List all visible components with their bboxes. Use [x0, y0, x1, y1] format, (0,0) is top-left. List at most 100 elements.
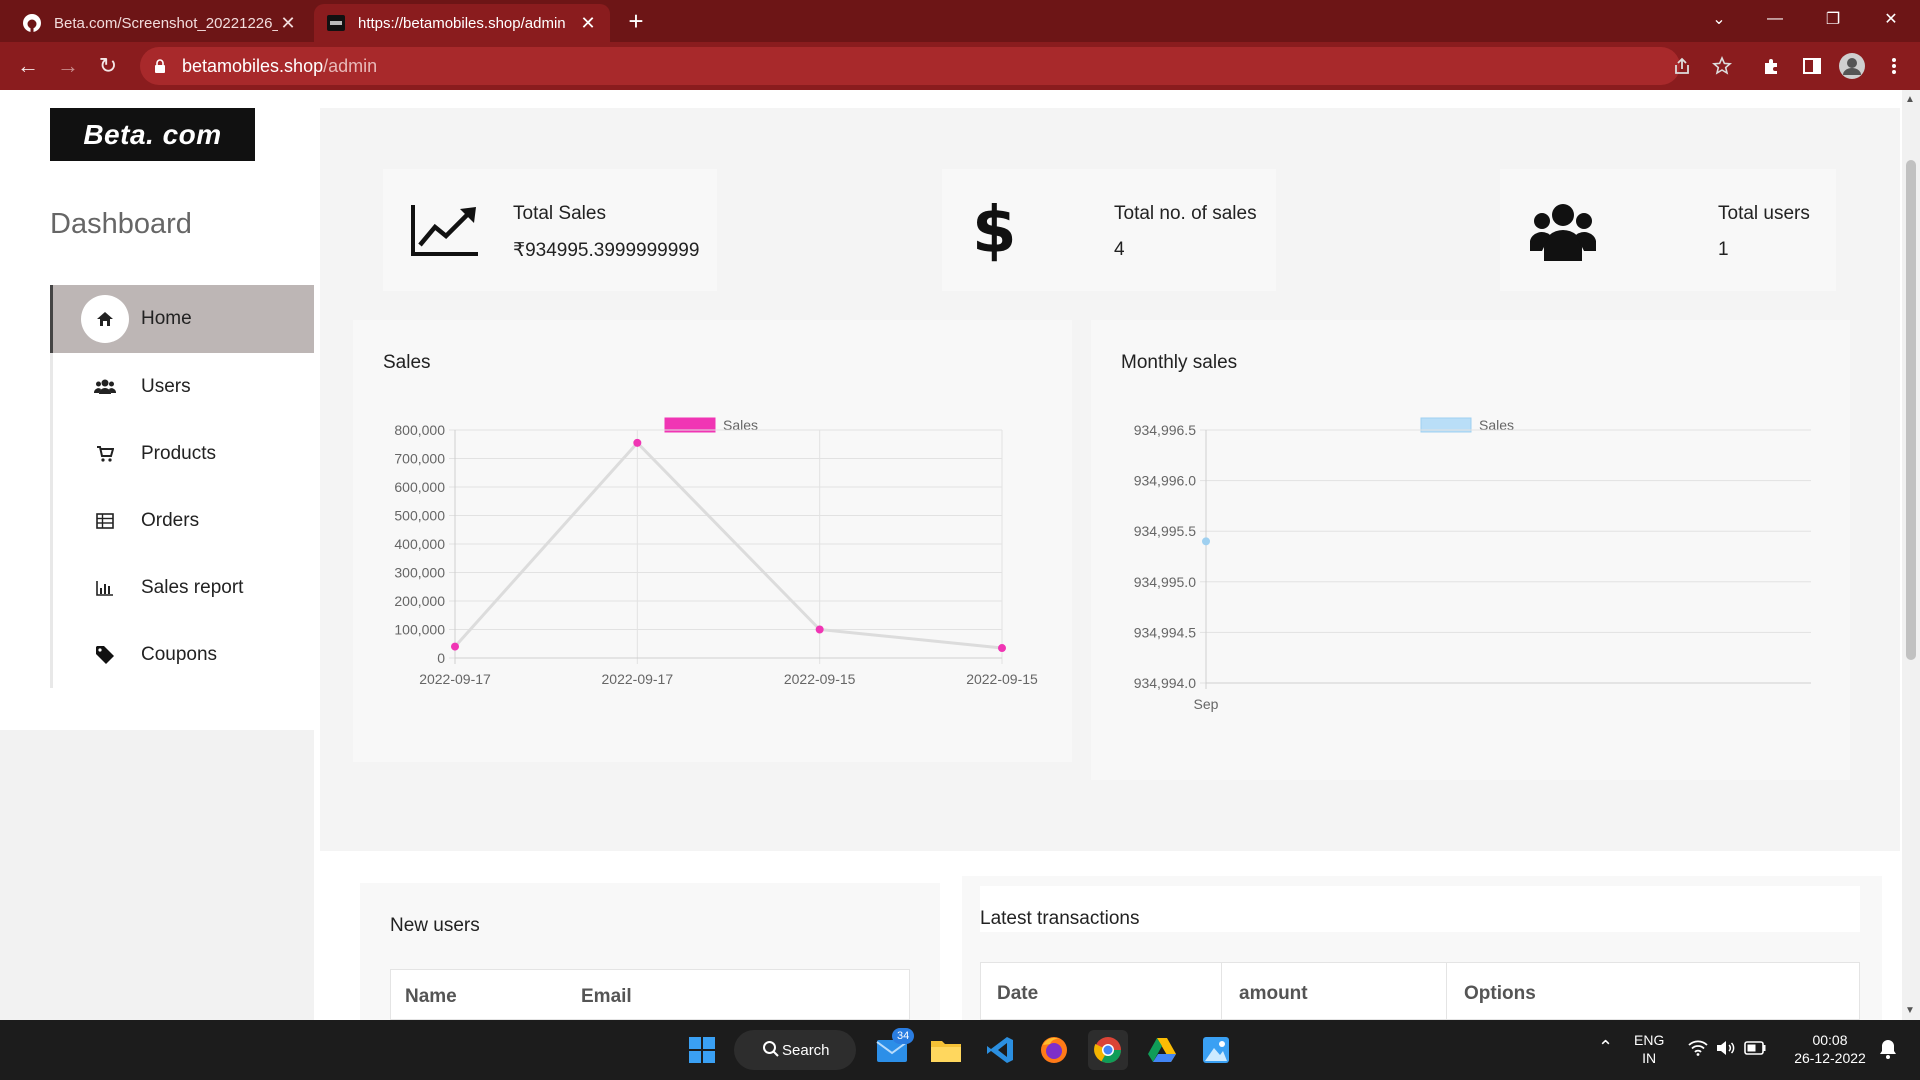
- windows-taskbar: Search ⌃ ENG IN 00:08 26-12-2022: [0, 1020, 1920, 1080]
- windows-start-icon[interactable]: [682, 1030, 722, 1070]
- sidebar-item-label: Home: [141, 308, 192, 329]
- notifications-icon[interactable]: [1878, 1038, 1898, 1065]
- clock[interactable]: 00:08 26-12-2022: [1786, 1031, 1874, 1067]
- column-header-email[interactable]: Email: [581, 986, 632, 1008]
- brand-logo[interactable]: Beta. com: [50, 108, 255, 161]
- transactions-table-header: Date amount Options: [980, 962, 1860, 1020]
- profile-avatar[interactable]: [1838, 52, 1866, 80]
- monthly-sales-line-chart: Sales 934,996.5 934,996.0 934,995.5 934,995.…: [1134, 417, 1811, 712]
- extensions-icon[interactable]: [1758, 52, 1786, 80]
- tab-search-icon[interactable]: ⌄: [1690, 0, 1748, 38]
- total-users-label: Total users: [1718, 203, 1810, 224]
- y-tick-label: 500,000: [394, 508, 445, 524]
- y-tick-label: 100,000: [394, 622, 445, 638]
- google-drive-icon[interactable]: [1142, 1030, 1182, 1070]
- github-icon: [22, 13, 42, 33]
- page-viewport: Beta. com Dashboard Home Users Products …: [0, 90, 1920, 1020]
- sidebar-item-users[interactable]: Users: [50, 353, 314, 420]
- dollar-icon: $: [972, 194, 1017, 268]
- transactions-title-bar: Latest transactions: [980, 886, 1860, 932]
- chrome-icon[interactable]: [1088, 1030, 1128, 1070]
- tag-icon: [81, 630, 129, 679]
- column-header-name[interactable]: Name: [405, 986, 457, 1008]
- share-icon[interactable]: [1668, 52, 1696, 80]
- url-host: betamobiles.shop: [182, 55, 324, 76]
- x-tick-label: 2022-09-15: [784, 671, 856, 687]
- volume-icon[interactable]: [1716, 1040, 1736, 1061]
- sidebar-item-home[interactable]: Home: [50, 285, 314, 353]
- home-icon: [81, 295, 129, 343]
- side-panel-icon[interactable]: [1798, 52, 1826, 80]
- column-header-date[interactable]: Date: [997, 983, 1038, 1005]
- new-tab-button[interactable]: +: [624, 6, 648, 37]
- sidebar-item-products[interactable]: Products: [50, 420, 314, 487]
- table-icon: [81, 496, 129, 545]
- tab-title: Beta.com/Screenshot_20221226_: [54, 14, 278, 32]
- close-tab-icon[interactable]: ✕: [578, 13, 598, 34]
- region-label: IN: [1642, 1050, 1657, 1066]
- y-tick-label: 300,000: [394, 565, 445, 581]
- reload-icon[interactable]: ↻: [94, 52, 122, 80]
- sidebar-item-label: Sales report: [141, 576, 244, 598]
- tab-title: https://betamobiles.shop/admin: [358, 14, 566, 32]
- file-explorer-icon[interactable]: [926, 1030, 966, 1070]
- sidebar-item-sales-report[interactable]: Sales report: [50, 554, 314, 621]
- data-point: [998, 644, 1006, 653]
- y-tick-label: 700,000: [394, 451, 445, 467]
- x-tick-label: 2022-09-17: [602, 671, 674, 687]
- back-icon[interactable]: ←: [14, 52, 42, 80]
- show-hidden-icons-icon[interactable]: ⌃: [1598, 1038, 1613, 1056]
- data-point: [633, 438, 642, 447]
- scrollbar-thumb[interactable]: [1906, 160, 1916, 660]
- forward-icon[interactable]: →: [54, 52, 82, 80]
- page-scrollbar[interactable]: ▲ ▼: [1902, 90, 1920, 1020]
- total-no-sales-card: $ Total no. of sales 4: [942, 169, 1276, 291]
- language-indicator[interactable]: ENG IN: [1634, 1031, 1664, 1067]
- series-line: [453, 440, 1003, 650]
- total-users-card: Total users 1: [1500, 169, 1836, 291]
- menu-kebab-icon[interactable]: [1880, 52, 1908, 80]
- firefox-icon[interactable]: [1034, 1030, 1074, 1070]
- column-divider: [1221, 963, 1222, 1020]
- column-header-options[interactable]: Options: [1464, 983, 1536, 1005]
- sidebar-item-orders[interactable]: Orders: [50, 487, 314, 554]
- legend-label: Sales: [1479, 417, 1514, 433]
- address-bar[interactable]: betamobiles.shop/admin: [140, 47, 1680, 85]
- close-tab-icon[interactable]: ✕: [278, 13, 298, 34]
- y-tick-label: 400,000: [394, 536, 445, 552]
- close-window-icon[interactable]: ✕: [1862, 0, 1920, 38]
- users-icon: [81, 362, 129, 411]
- clock-time: 00:08: [1812, 1032, 1848, 1048]
- page-title: Dashboard: [50, 208, 192, 240]
- new-users-table-header: Name Email: [390, 969, 910, 1020]
- battery-icon[interactable]: [1744, 1041, 1766, 1060]
- trend-chart-icon: [410, 203, 480, 262]
- column-divider: [1446, 963, 1447, 1020]
- y-tick-label: 934,996.0: [1134, 473, 1196, 489]
- sidebar-item-label: Products: [141, 442, 216, 464]
- bookmark-star-icon[interactable]: [1708, 52, 1736, 80]
- data-point: [451, 642, 459, 651]
- minimize-icon[interactable]: —: [1746, 0, 1804, 38]
- x-tick-label: 2022-09-17: [419, 671, 491, 687]
- browser-toolbar: ← → ↻ betamobiles.shop/admin: [0, 42, 1920, 90]
- wifi-icon[interactable]: [1688, 1040, 1708, 1061]
- taskbar-search-button[interactable]: Search: [734, 1030, 856, 1070]
- cart-icon: [81, 429, 129, 478]
- total-no-sales-label: Total no. of sales: [1114, 203, 1257, 224]
- scroll-down-icon[interactable]: ▼: [1905, 1005, 1915, 1016]
- tab-admin[interactable]: https://betamobiles.shop/admin ✕: [314, 4, 610, 42]
- sidebar-item-coupons[interactable]: Coupons: [50, 621, 314, 688]
- total-sales-value: ₹934995.3999999999: [513, 240, 700, 261]
- photos-icon[interactable]: [1196, 1030, 1236, 1070]
- clock-date: 26-12-2022: [1794, 1050, 1866, 1066]
- sales-line-chart: Sales 800,000 700,000 600,000 500,000 400,000…: [394, 417, 1038, 687]
- column-header-amount[interactable]: amount: [1239, 983, 1308, 1005]
- search-label: Search: [782, 1041, 830, 1059]
- tab-screenshot[interactable]: Beta.com/Screenshot_20221226_ ✕: [10, 4, 310, 42]
- scroll-up-icon[interactable]: ▲: [1905, 94, 1915, 105]
- new-users-card: New users Name Email: [360, 883, 940, 1020]
- vscode-icon[interactable]: [980, 1030, 1020, 1070]
- restore-icon[interactable]: ❐: [1804, 0, 1862, 38]
- y-tick-label: 934,995.0: [1134, 574, 1196, 590]
